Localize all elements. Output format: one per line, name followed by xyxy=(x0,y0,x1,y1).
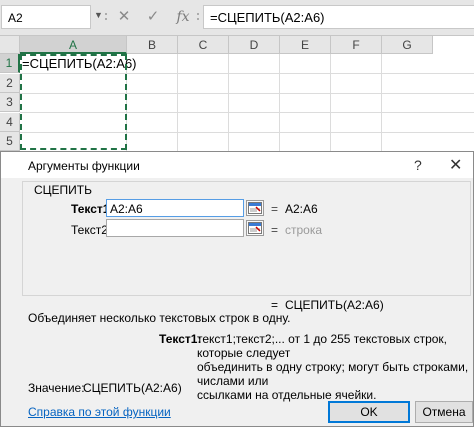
row-header[interactable]: 4 xyxy=(0,112,20,132)
arguments-group xyxy=(22,181,471,296)
name-box[interactable]: A2 xyxy=(1,5,91,29)
param-name: Текст1: xyxy=(159,332,202,346)
value-label: Значение: xyxy=(28,381,85,395)
separator-dots-icon xyxy=(196,6,200,28)
row-header[interactable]: 2 xyxy=(0,73,20,93)
help-icon[interactable]: ? xyxy=(414,157,422,173)
arg-input-text1[interactable]: A2:A6 xyxy=(106,199,244,217)
cancel-formula-icon[interactable]: ✕ xyxy=(112,5,136,29)
function-arguments-dialog: Аргументы функции ? ✕ СЦЕПИТЬ Текст1 A2:… xyxy=(0,151,474,427)
arg-result-text2: строка xyxy=(285,223,323,237)
select-all-corner[interactable] xyxy=(0,36,20,54)
collapse-dialog-icon[interactable] xyxy=(246,220,264,236)
arg-label-text1: Текст1 xyxy=(71,202,110,216)
function-name-label: СЦЕПИТЬ xyxy=(32,183,95,197)
result-formula: СЦЕПИТЬ(A2:A6) xyxy=(285,298,384,312)
column-header[interactable]: G xyxy=(382,36,433,54)
formula-text: =СЦЕПИТЬ(A2:A6) xyxy=(210,10,325,25)
row-header[interactable]: 5 xyxy=(0,132,20,151)
ok-button[interactable]: OK xyxy=(328,401,410,423)
column-header[interactable]: A xyxy=(20,36,127,54)
chevron-down-icon[interactable]: ▼ xyxy=(94,10,103,20)
value-text: СЦЕПИТЬ(A2:A6) xyxy=(83,381,182,395)
param-description-line: текст1;текст2;... от 1 до 255 текстовых … xyxy=(197,332,448,360)
collapse-dialog-icon[interactable] xyxy=(246,200,264,216)
column-header[interactable]: C xyxy=(178,36,229,54)
param-description-line: ссылками на отдельные ячейки. xyxy=(197,388,377,402)
arg-input-text2[interactable] xyxy=(106,219,244,237)
function-description: Объединяет несколько текстовых строк в о… xyxy=(28,311,291,325)
row-header[interactable]: 1 xyxy=(0,54,20,73)
insert-function-icon[interactable]: fx xyxy=(171,5,195,29)
separator-dots-icon xyxy=(104,6,108,28)
row-header[interactable]: 3 xyxy=(0,93,20,112)
arg-equals-text1: = xyxy=(271,202,279,216)
name-box-value: A2 xyxy=(8,11,23,25)
column-header[interactable]: B xyxy=(127,36,178,54)
formula-bar: A2 ▼ ✕ ✓ fx =СЦЕПИТЬ(A2:A6) xyxy=(0,0,474,36)
column-header[interactable]: E xyxy=(280,36,331,54)
arg-label-text2: Текст2 xyxy=(71,223,108,237)
help-link[interactable]: Справка по этой функции xyxy=(28,405,171,419)
param-description-line: объединить в одну строку; могут быть стр… xyxy=(197,360,469,388)
formula-input[interactable]: =СЦЕПИТЬ(A2:A6) xyxy=(203,5,474,29)
result-equals: = xyxy=(271,298,279,312)
cancel-button[interactable]: Отмена xyxy=(415,401,473,423)
enter-formula-icon[interactable]: ✓ xyxy=(141,5,165,29)
arg-input-text1-value: A2:A6 xyxy=(110,202,143,216)
param-description: текст1;текст2;... от 1 до 255 текстовых … xyxy=(197,332,474,402)
arg-result-text1: A2:A6 xyxy=(285,202,318,216)
dialog-title: Аргументы функции xyxy=(28,159,140,173)
column-header[interactable]: F xyxy=(331,36,382,54)
column-header[interactable]: D xyxy=(229,36,280,54)
dialog-titlebar[interactable]: Аргументы функции ? ✕ xyxy=(1,152,473,178)
arg-equals-text2: = xyxy=(271,223,279,237)
close-icon[interactable]: ✕ xyxy=(449,155,462,175)
range-selection-outline xyxy=(20,54,127,150)
